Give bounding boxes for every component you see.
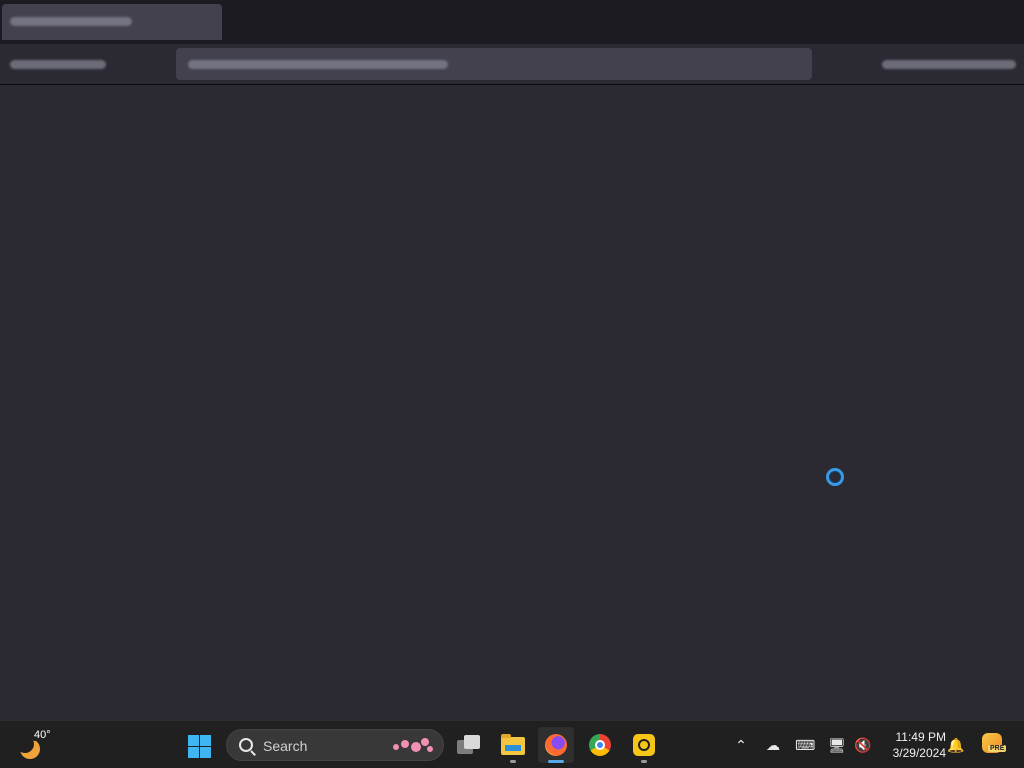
browser-tab[interactable] xyxy=(2,4,222,40)
windows-logo-pane xyxy=(200,735,211,746)
weather-widget[interactable]: 40° xyxy=(14,727,54,763)
page-content xyxy=(0,85,1024,720)
network-icon[interactable]: 🖥 xyxy=(827,735,847,755)
desktop-screen: 40° Search ⌃ ☁ ⌨ 🖥 🔇 11:49 PM 3/29/2024 … xyxy=(0,0,1024,768)
keyboard-icon[interactable]: ⌨ xyxy=(795,735,815,755)
active-indicator xyxy=(548,760,564,763)
clock-time: 11:49 PM xyxy=(895,730,946,744)
file-explorer-button[interactable] xyxy=(495,727,531,763)
search-label: Search xyxy=(263,738,308,754)
onedrive-offline-icon[interactable]: ☁ xyxy=(763,735,783,755)
redacted-tab-title xyxy=(10,17,132,26)
running-indicator xyxy=(641,760,647,763)
chrome-button[interactable] xyxy=(582,727,618,763)
start-button[interactable] xyxy=(186,733,212,759)
windows-logo-icon xyxy=(188,735,199,746)
taskbar: 40° Search ⌃ ☁ ⌨ 🖥 🔇 11:49 PM 3/29/2024 … xyxy=(0,720,1024,768)
address-bar[interactable] xyxy=(176,48,812,80)
weather-temperature: 40° xyxy=(32,729,53,741)
redacted-url xyxy=(188,60,448,69)
folder-icon xyxy=(501,734,525,755)
busy-cursor-icon xyxy=(826,468,844,486)
firefox-icon xyxy=(545,734,567,756)
task-view-button[interactable] xyxy=(451,727,487,763)
firefox-button[interactable] xyxy=(538,727,574,763)
volume-muted-icon[interactable]: 🔇 xyxy=(853,735,873,755)
running-indicator xyxy=(510,760,516,763)
cherry-blossom-icon xyxy=(389,734,437,756)
taskbar-search-box[interactable]: Search xyxy=(226,729,444,761)
browser-tab-strip xyxy=(0,0,1024,44)
copilot-button[interactable]: PRE xyxy=(980,731,1007,757)
remote-desktop-button[interactable] xyxy=(626,727,662,763)
redacted-toolbar-right[interactable] xyxy=(882,60,1016,69)
windows-logo-pane xyxy=(200,747,211,758)
copilot-preview-badge: PRE xyxy=(988,745,1007,752)
redacted-toolbar-left[interactable] xyxy=(10,60,106,69)
system-clock[interactable]: 11:49 PM 3/29/2024 xyxy=(880,729,946,761)
clock-date: 3/29/2024 xyxy=(892,746,946,760)
windows-logo-pane xyxy=(188,747,199,758)
task-view-icon-front xyxy=(464,735,480,749)
search-icon xyxy=(239,738,253,752)
notification-bell-icon[interactable]: 🔔 xyxy=(946,735,966,755)
show-hidden-icons-chevron-up-icon[interactable]: ⌃ xyxy=(731,735,751,755)
chrome-icon xyxy=(589,734,611,756)
remote-desktop-icon xyxy=(633,734,655,756)
browser-toolbar xyxy=(0,44,1024,85)
